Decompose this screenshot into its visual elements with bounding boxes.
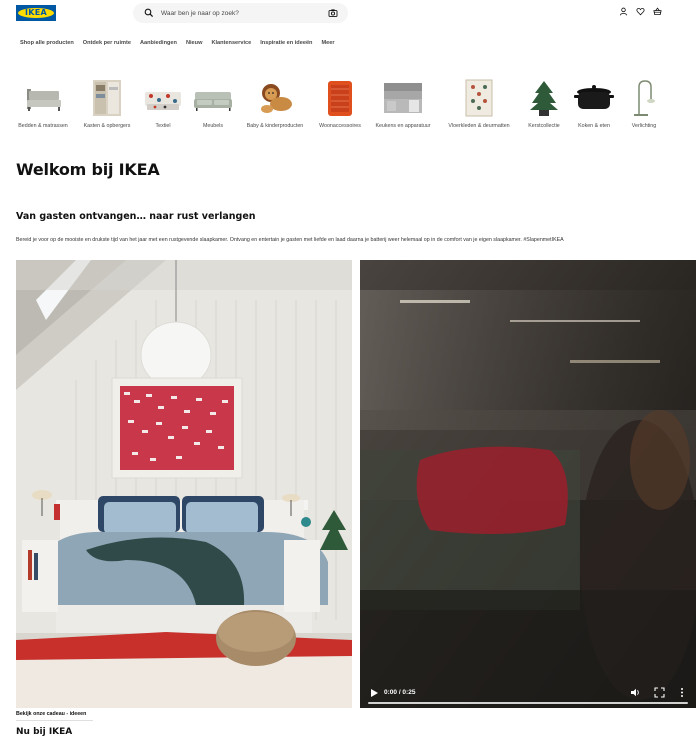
category-label: Kasten & opbergers xyxy=(83,123,131,129)
video-frame xyxy=(360,260,696,708)
sofa-image xyxy=(194,92,232,111)
fullscreen-icon[interactable] xyxy=(654,687,665,698)
header-actions xyxy=(619,7,662,16)
video-progress-bar[interactable] xyxy=(368,702,688,704)
kitchen-image xyxy=(384,83,422,113)
caption-divider xyxy=(16,720,93,721)
category-label: Koken & eten xyxy=(578,123,610,129)
section-description: Bereid je voor op de mooiste en drukste … xyxy=(16,237,564,243)
more-options-icon[interactable] xyxy=(678,687,686,698)
toy-lion-image xyxy=(261,84,292,113)
ikea-logo[interactable]: IKEA xyxy=(16,5,56,21)
site-header: IKEA xyxy=(0,0,700,28)
category-rugs[interactable]: Vloerkleden & deurmatten xyxy=(444,78,514,134)
wardrobe-image xyxy=(93,80,121,116)
nav-offers[interactable]: Aanbiedingen xyxy=(140,38,177,48)
category-furniture[interactable]: Meubels xyxy=(178,78,248,134)
play-icon[interactable] xyxy=(368,687,380,699)
category-label: Baby & kinderproducten xyxy=(246,123,304,129)
camera-icon[interactable] xyxy=(328,8,338,18)
category-accessories[interactable]: Woonaccessoires xyxy=(305,78,375,134)
account-icon[interactable] xyxy=(619,7,628,16)
search-bar[interactable] xyxy=(133,3,348,23)
lamp-image xyxy=(634,80,655,116)
search-icon[interactable] xyxy=(144,8,154,18)
category-label: Kerstcollectie xyxy=(528,123,560,129)
category-lighting[interactable]: Verlichting xyxy=(609,78,679,134)
logo-oval: IKEA xyxy=(18,8,54,18)
nav-rooms[interactable]: Ontdek per ruimte xyxy=(83,38,131,48)
bedroom-image[interactable] xyxy=(16,260,352,708)
category-baby[interactable]: Baby & kinderproducten xyxy=(240,78,310,134)
nav-customer-service[interactable]: Klantenservice xyxy=(211,38,251,48)
main-nav: Shop alle producten Ontdek per ruimte Aa… xyxy=(20,38,344,48)
basket-icon[interactable] xyxy=(653,7,662,16)
category-beds[interactable]: Bedden & matrassen xyxy=(8,78,78,134)
now-at-ikea-heading: Nu bij IKEA xyxy=(16,727,73,737)
bed-image xyxy=(27,89,61,111)
category-label: Keukens en apparatuur xyxy=(375,123,431,129)
page-title: Welkom bij IKEA xyxy=(16,160,160,179)
section-heading: Van gasten ontvangen… naar rust verlange… xyxy=(16,211,256,222)
bedroom-illustration xyxy=(16,260,352,708)
category-strip: Bedden & matrassen Kasten & opbergers Te… xyxy=(14,78,686,134)
category-label: Woonaccessoires xyxy=(319,123,361,129)
nav-inspiration[interactable]: Inspiratie en ideeën xyxy=(260,38,312,48)
category-label: Verlichting xyxy=(631,123,657,129)
category-kitchens[interactable]: Keukens en apparatuur xyxy=(368,78,438,134)
video-controls: 0:00 / 0:25 xyxy=(360,678,696,708)
rug-image xyxy=(465,79,493,117)
nav-shop-all[interactable]: Shop alle producten xyxy=(20,38,74,48)
volume-icon[interactable] xyxy=(630,687,641,698)
heart-icon[interactable] xyxy=(636,7,645,16)
nav-new[interactable]: Nieuw xyxy=(186,38,202,48)
lantern-image xyxy=(328,81,352,116)
category-label: Bedden & matrassen xyxy=(18,123,68,129)
category-label: Meubels xyxy=(202,123,224,129)
category-label: Textiel xyxy=(155,123,171,129)
gift-ideas-link[interactable]: Bekijk onze cadeau - ideeen xyxy=(16,711,86,718)
nav-more[interactable]: Meer xyxy=(321,38,334,48)
video-player[interactable]: 0:00 / 0:25 xyxy=(360,260,696,708)
logo-text: IKEA xyxy=(24,8,48,17)
video-time: 0:00 / 0:25 xyxy=(384,689,416,696)
search-input[interactable] xyxy=(161,5,321,21)
category-label: Vloerkleden & deurmatten xyxy=(448,123,510,129)
